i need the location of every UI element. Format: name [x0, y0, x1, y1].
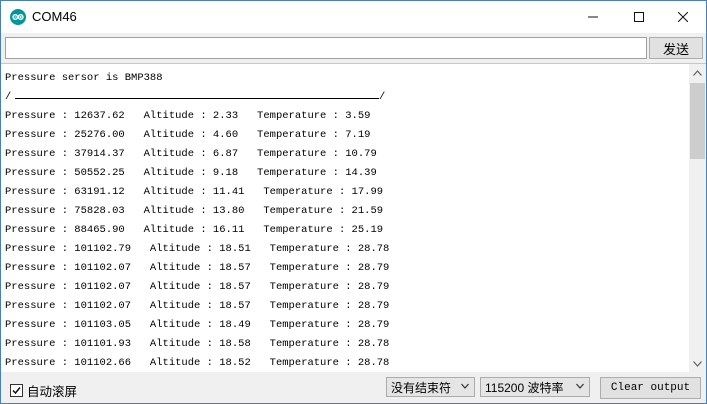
send-button[interactable]: 发送	[649, 37, 703, 59]
chevron-down-icon	[461, 383, 469, 389]
divider-start: /	[5, 91, 12, 103]
autoscroll-checkbox[interactable]	[10, 384, 23, 397]
baud-rate-select[interactable]: 115200 波特率	[480, 377, 590, 397]
output-line: Pressure : 101102.79 Altitude : 18.51 Te…	[5, 243, 390, 255]
close-button[interactable]	[660, 1, 706, 33]
output-lines: Pressure sersor is BMP388 / / Pressure :…	[5, 69, 390, 372]
chevron-up-icon	[693, 69, 702, 76]
maximize-icon	[634, 12, 644, 22]
send-input[interactable]	[5, 37, 647, 59]
output-line: Pressure : 12637.62 Altitude : 2.33 Temp…	[5, 110, 371, 122]
output-line: Pressure : 101102.66 Altitude : 18.52 Te…	[5, 357, 390, 369]
autoscroll-label: 自动滚屏	[27, 385, 78, 399]
arduino-icon	[10, 9, 26, 25]
output-line: Pressure : 101102.07 Altitude : 18.57 Te…	[5, 262, 390, 274]
output-line: Pressure : 75828.03 Altitude : 13.80 Tem…	[5, 205, 384, 217]
scrollbar-thumb[interactable]	[690, 83, 705, 159]
scroll-down-button[interactable]	[689, 355, 706, 372]
output-line: Pressure : 101101.93 Altitude : 18.58 Te…	[5, 338, 390, 350]
serial-output[interactable]: Pressure sersor is BMP388 / / Pressure :…	[1, 63, 706, 373]
output-header: Pressure sersor is BMP388	[5, 72, 163, 84]
clear-output-button[interactable]: Clear output	[600, 377, 701, 399]
divider-rule	[15, 98, 379, 99]
output-line: Pressure : 63191.12 Altitude : 11.41 Tem…	[5, 186, 384, 198]
bottom-bar: 自动滚屏 没有结束符 115200 波特率 Clear output	[1, 372, 706, 403]
minimize-icon	[588, 16, 598, 18]
output-line: Pressure : 88465.90 Altitude : 16.11 Tem…	[5, 224, 384, 236]
maximize-button[interactable]	[616, 1, 662, 33]
close-icon	[678, 12, 688, 22]
send-row: 发送	[1, 33, 706, 63]
chevron-down-icon	[576, 383, 584, 389]
line-ending-select[interactable]: 没有结束符	[386, 377, 475, 397]
divider-end: /	[379, 91, 386, 103]
line-ending-value: 没有结束符	[391, 380, 452, 395]
output-line: Pressure : 101103.05 Altitude : 18.49 Te…	[5, 319, 390, 331]
output-line: Pressure : 101102.07 Altitude : 18.57 Te…	[5, 300, 390, 312]
vertical-scrollbar[interactable]	[689, 64, 706, 372]
output-line: Pressure : 37914.37 Altitude : 6.87 Temp…	[5, 148, 377, 160]
autoscroll-toggle[interactable]: 自动滚屏	[10, 381, 77, 400]
serial-monitor-window: COM46 发送 Pressure sersor is BMP388 / / P…	[0, 0, 707, 404]
minimize-button[interactable]	[570, 1, 616, 33]
title-bar: COM46	[1, 1, 706, 33]
window-title: COM46	[32, 9, 77, 24]
output-line: Pressure : 101102.07 Altitude : 18.57 Te…	[5, 281, 390, 293]
baud-rate-value: 115200 波特率	[485, 380, 564, 395]
output-divider: / /	[5, 88, 389, 107]
output-line: Pressure : 25276.00 Altitude : 4.60 Temp…	[5, 129, 371, 141]
chevron-down-icon	[693, 360, 702, 367]
output-line: Pressure : 50552.25 Altitude : 9.18 Temp…	[5, 167, 377, 179]
scroll-up-button[interactable]	[689, 64, 706, 81]
checkmark-icon	[12, 387, 21, 395]
